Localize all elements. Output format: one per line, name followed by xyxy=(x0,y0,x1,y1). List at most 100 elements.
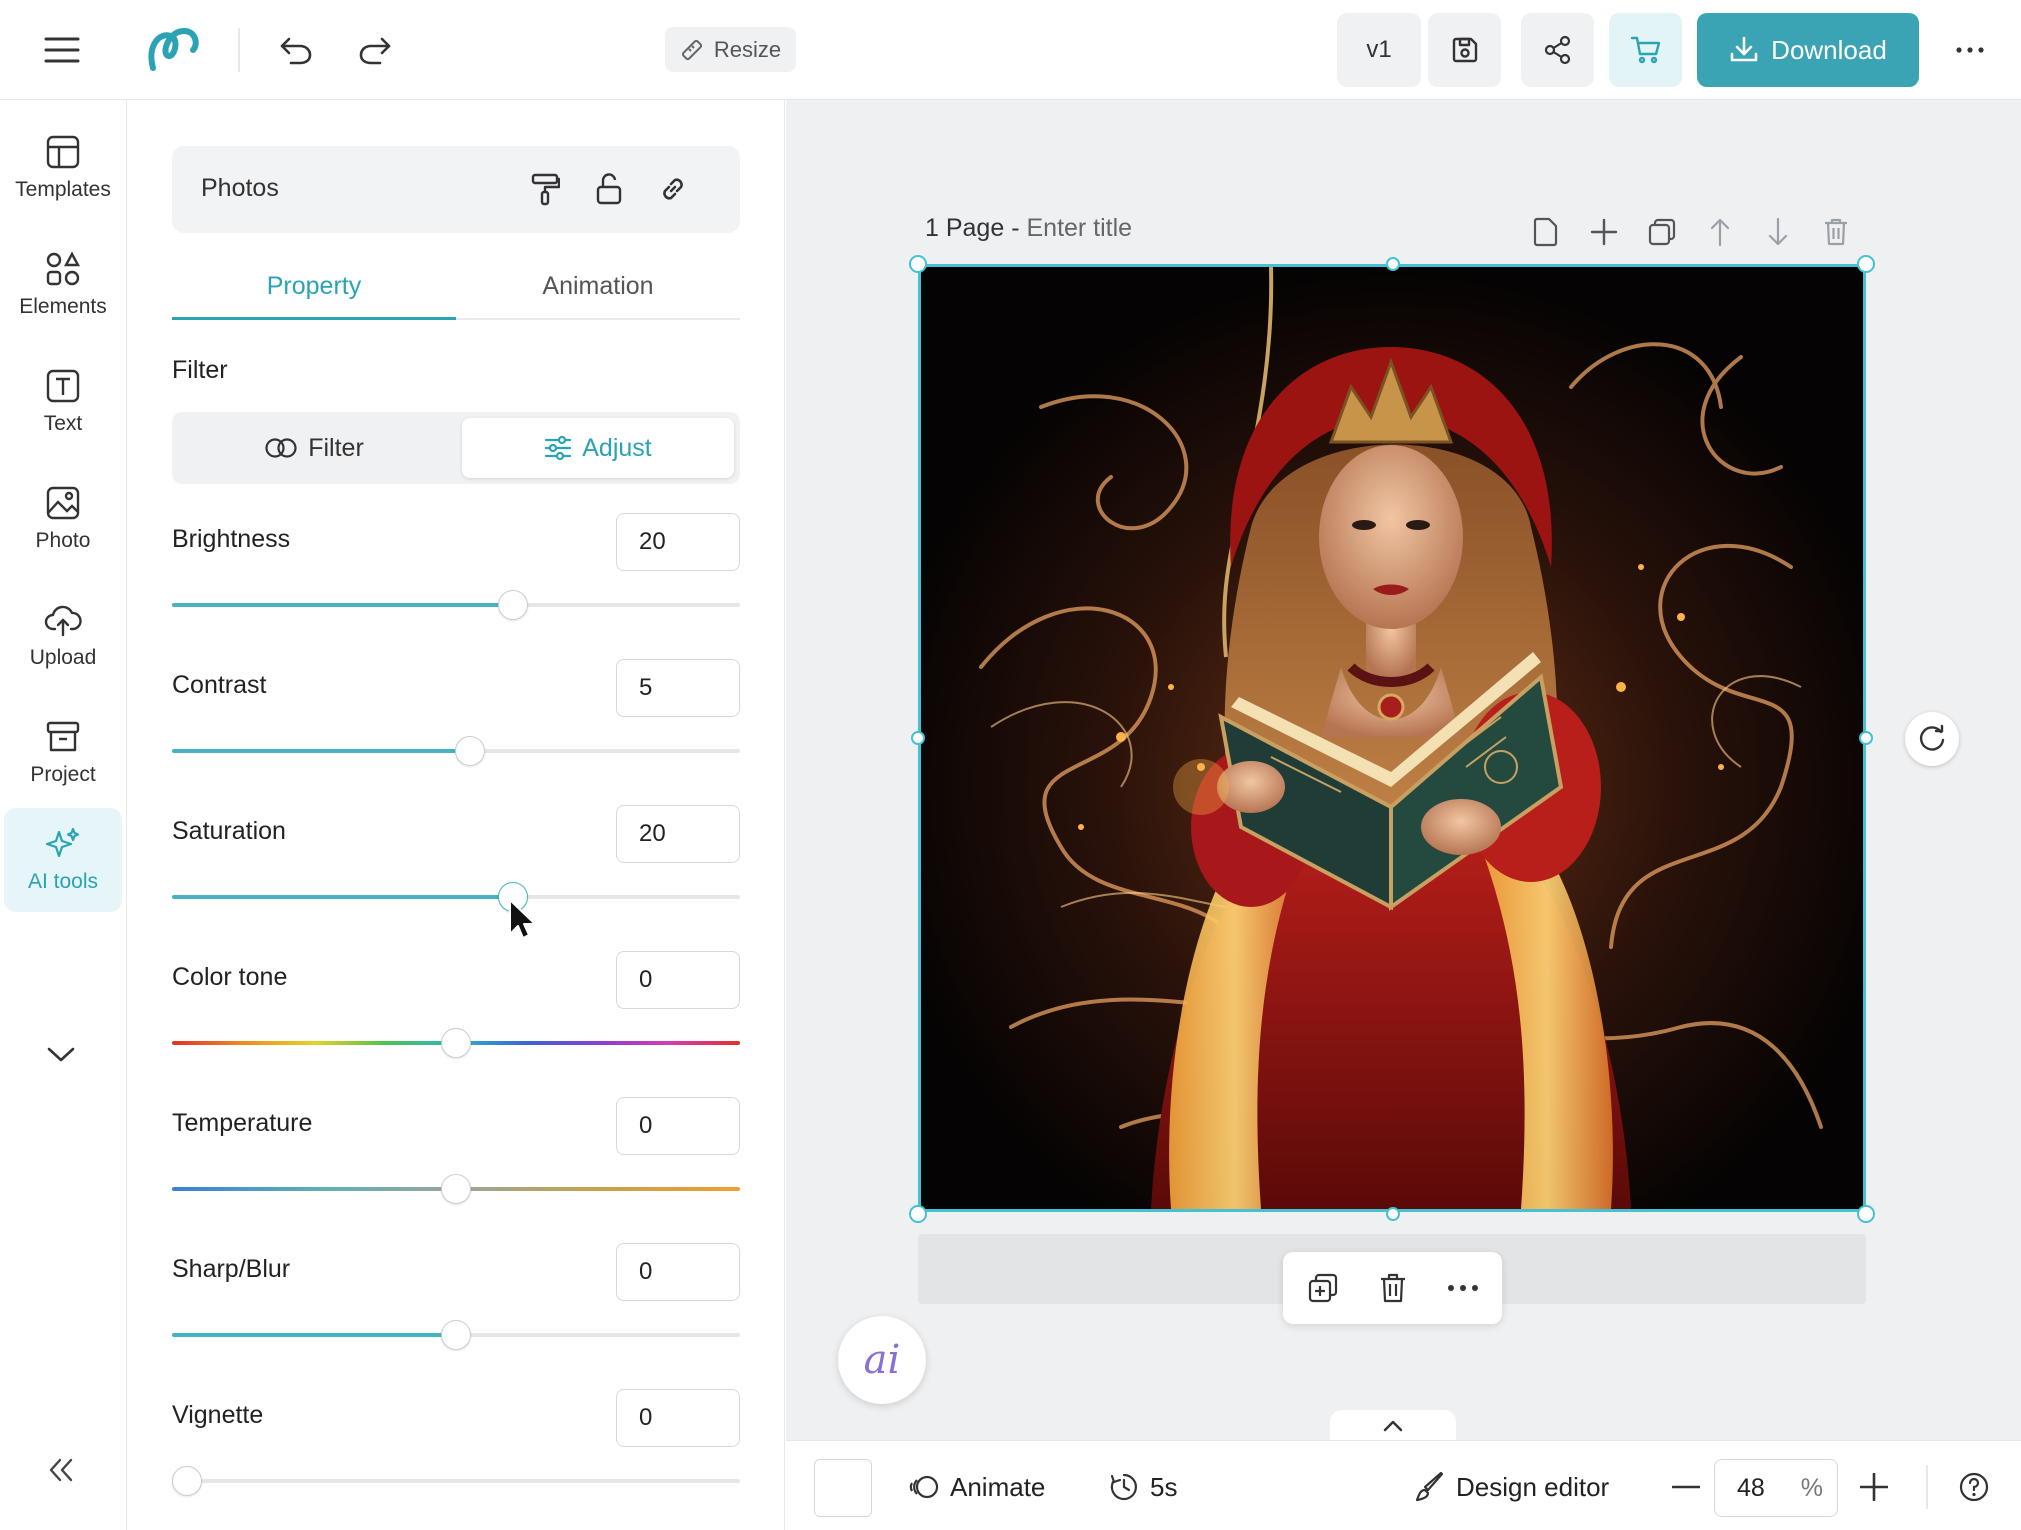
sharp-blur-slider[interactable] xyxy=(172,1320,740,1350)
zoom-input[interactable]: 48 % xyxy=(1714,1459,1838,1517)
design-canvas[interactable] xyxy=(918,264,1866,1212)
filter-rings-icon xyxy=(264,437,298,459)
brightness-value-input[interactable]: 20 xyxy=(616,513,740,571)
hamburger-icon[interactable] xyxy=(32,20,92,80)
resize-handle-top[interactable] xyxy=(1386,257,1400,271)
filter-adjust-toggle: Filter Adjust xyxy=(172,412,740,484)
duration-button[interactable]: 5s xyxy=(1108,1463,1177,1511)
sidebar-item-upload[interactable]: Upload xyxy=(4,584,122,688)
chevron-down-icon[interactable] xyxy=(36,1035,86,1075)
move-page-down-icon[interactable] xyxy=(1757,211,1799,253)
help-icon[interactable] xyxy=(1952,1465,1996,1509)
zoom-in-icon[interactable] xyxy=(1852,1465,1896,1509)
sidebar-item-text[interactable]: Text xyxy=(4,350,122,454)
filter-mode-button[interactable]: Filter xyxy=(178,418,450,478)
canvas-artwork-image[interactable] xyxy=(921,267,1863,1209)
sidebar-item-ai-tools[interactable]: AI tools xyxy=(4,808,122,912)
contrast-slider-thumb[interactable] xyxy=(455,736,485,766)
zoom-out-icon[interactable] xyxy=(1664,1465,1708,1509)
design-editor-button[interactable]: Design editor xyxy=(1414,1463,1609,1511)
unlock-icon[interactable] xyxy=(586,166,632,212)
redo-icon[interactable] xyxy=(345,20,405,80)
brightness-slider-fill xyxy=(172,603,513,607)
resize-handle-top-left[interactable] xyxy=(909,255,927,273)
sidebar-item-photo[interactable]: Photo xyxy=(4,467,122,571)
chevron-up-icon xyxy=(1383,1420,1403,1432)
more-horizontal-icon[interactable] xyxy=(1940,20,2000,80)
saturation-slider[interactable] xyxy=(172,882,740,912)
new-page-icon[interactable] xyxy=(1525,211,1567,253)
timer-icon xyxy=(1108,1471,1140,1503)
link-icon[interactable] xyxy=(650,166,696,212)
upload-cloud-icon xyxy=(44,602,82,638)
sharp-blur-slider-thumb[interactable] xyxy=(441,1320,471,1350)
tab-property[interactable]: Property xyxy=(172,252,456,320)
download-icon xyxy=(1729,35,1759,65)
resize-handle-left[interactable] xyxy=(911,731,925,745)
brightness-slider-thumb[interactable] xyxy=(498,590,528,620)
temperature-value-input[interactable]: 0 xyxy=(616,1097,740,1155)
save-button[interactable] xyxy=(1428,13,1501,87)
adjust-mode-button[interactable]: Adjust xyxy=(462,418,734,478)
tab-label: Animation xyxy=(542,271,654,300)
temperature-slider-thumb[interactable] xyxy=(441,1174,471,1204)
more-horizontal-icon[interactable] xyxy=(1441,1266,1485,1310)
cart-button[interactable] xyxy=(1609,13,1682,87)
contrast-slider[interactable] xyxy=(172,736,740,766)
resize-handle-bottom-right[interactable] xyxy=(1857,1205,1875,1223)
vignette-slider[interactable] xyxy=(172,1466,740,1496)
brightness-slider[interactable] xyxy=(172,590,740,620)
sidebar-item-label: Project xyxy=(30,763,96,786)
move-page-up-icon[interactable] xyxy=(1699,211,1741,253)
sidebar-item-elements[interactable]: Elements xyxy=(4,233,122,337)
contrast-value-input[interactable]: 5 xyxy=(616,659,740,717)
color-tone-slider[interactable] xyxy=(172,1028,740,1058)
version-button[interactable]: v1 xyxy=(1337,13,1421,87)
resize-button[interactable]: Resize xyxy=(665,27,796,72)
undo-icon[interactable] xyxy=(266,20,326,80)
sidebar-item-templates[interactable]: Templates xyxy=(4,116,122,220)
vignette-slider-thumb[interactable] xyxy=(172,1466,202,1496)
paint-roller-icon[interactable] xyxy=(522,166,568,212)
color-tone-slider-thumb[interactable] xyxy=(441,1028,471,1058)
ai-assistant-button[interactable]: ai xyxy=(838,1316,926,1404)
property-panel: Photos Property Animation Filter Filter … xyxy=(128,100,895,1530)
download-button[interactable]: Download xyxy=(1697,13,1919,87)
expand-pages-button[interactable] xyxy=(1330,1410,1456,1442)
sidebar-item-project[interactable]: Project xyxy=(4,701,122,805)
resize-handle-bottom-left[interactable] xyxy=(909,1205,927,1223)
color-tone-value-input[interactable]: 0 xyxy=(616,951,740,1009)
resize-handle-top-right[interactable] xyxy=(1857,255,1875,273)
swirl-logo-icon[interactable] xyxy=(144,20,204,80)
share-button[interactable] xyxy=(1521,13,1594,87)
filter-mode-label: Filter xyxy=(308,433,364,462)
resize-handle-bottom[interactable] xyxy=(1386,1207,1400,1221)
adjust-row-brightness: Brightness 20 xyxy=(172,513,740,633)
temperature-slider[interactable] xyxy=(172,1174,740,1204)
saturation-value-input[interactable]: 20 xyxy=(616,805,740,863)
resize-handle-right[interactable] xyxy=(1859,731,1873,745)
duplicate-page-icon[interactable] xyxy=(1641,211,1683,253)
tab-animation[interactable]: Animation xyxy=(456,252,740,320)
add-page-icon[interactable] xyxy=(1583,211,1625,253)
templates-icon xyxy=(45,134,81,170)
page-title-separator: - xyxy=(1011,214,1020,242)
duplicate-icon[interactable] xyxy=(1301,1266,1345,1310)
page-title-input[interactable]: Enter title xyxy=(1026,214,1132,242)
trash-icon[interactable] xyxy=(1371,1266,1415,1310)
sharp-blur-value-input[interactable]: 0 xyxy=(616,1243,740,1301)
sparkle-icon xyxy=(45,826,81,862)
project-box-icon xyxy=(45,719,81,755)
adjust-mode-label: Adjust xyxy=(582,433,652,462)
vignette-value-input[interactable]: 0 xyxy=(616,1389,740,1447)
cart-icon xyxy=(1630,35,1662,65)
rotate-icon[interactable] xyxy=(1905,712,1959,766)
double-chevron-left-icon[interactable] xyxy=(36,1450,86,1490)
delete-page-icon[interactable] xyxy=(1815,211,1857,253)
animate-button[interactable]: Animate xyxy=(908,1463,1045,1511)
design-editor-label: Design editor xyxy=(1456,1471,1610,1502)
saturation-slider-fill xyxy=(172,895,513,899)
background-color-swatch[interactable] xyxy=(814,1459,872,1517)
resize-label: Resize xyxy=(713,36,782,62)
saturation-label: Saturation xyxy=(172,817,286,845)
